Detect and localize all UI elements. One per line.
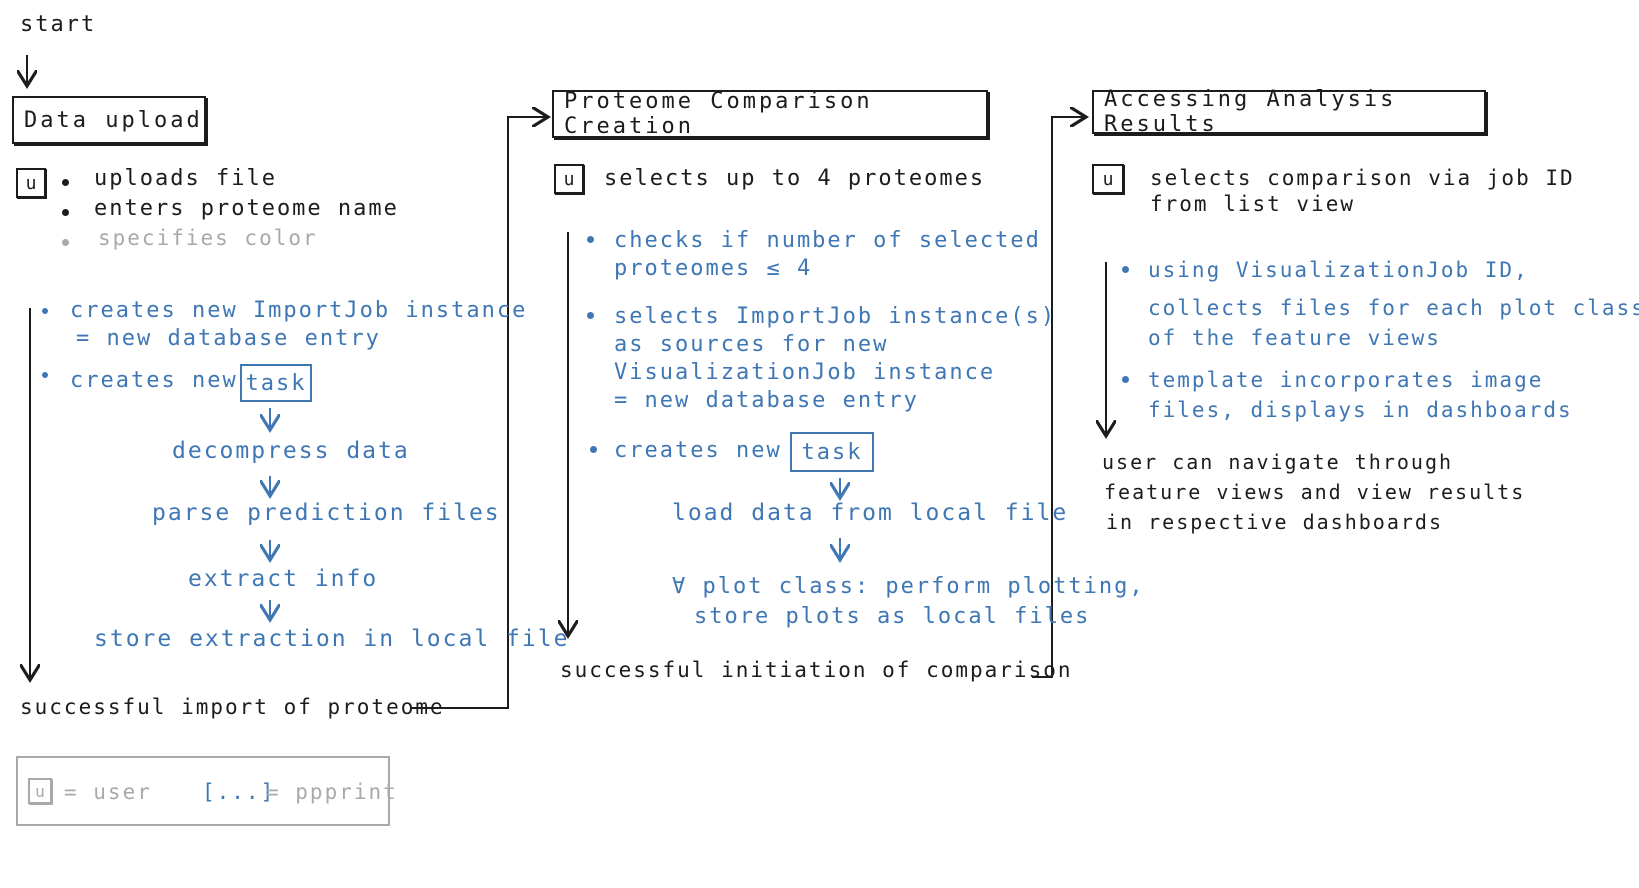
comparison-user-step: selects up to 4 proteomes: [604, 166, 986, 191]
comparison-flow-step-1: load data from local file: [672, 500, 1069, 526]
results-user-step-a: selects comparison via job ID: [1150, 166, 1575, 190]
legend-user-text: = user: [64, 780, 152, 804]
upload-flow-step-3: extract info: [188, 566, 379, 592]
bullet: [587, 312, 594, 319]
upload-system-step-2: creates new: [70, 368, 238, 393]
comparison-system-step-2b: as sources for new: [614, 332, 889, 357]
comparison-flow-step-2b: store plots as local files: [694, 604, 1091, 629]
results-system-step-1a: using VisualizationJob ID,: [1148, 258, 1529, 282]
upload-system-step-1b: = new database entry: [76, 326, 381, 351]
bullet: [42, 308, 48, 314]
user-marker-comparison: u: [554, 164, 584, 194]
upload-system-step-1a: creates new ImportJob instance: [70, 298, 528, 323]
results-outcome-c: in respective dashboards: [1106, 510, 1443, 534]
bullet: [42, 372, 48, 378]
bullet: [587, 236, 594, 243]
results-user-step-b: from list view: [1150, 192, 1356, 216]
results-system-step-2b: files, displays in dashboards: [1148, 398, 1573, 422]
upload-to-comparison-connector: [412, 117, 548, 709]
bullet: [62, 239, 69, 246]
legend-user-symbol: u: [28, 778, 52, 804]
comparison-header: Proteome Comparison Creation: [552, 89, 988, 139]
comparison-system-step-1a: checks if number of selected: [614, 228, 1041, 253]
legend: u = user [...] = ppprint: [16, 756, 396, 826]
upload-flow-step-4: store extraction in local file: [94, 626, 570, 652]
user-marker-upload: u: [16, 168, 46, 198]
upload-outcome: successful import of proteome: [20, 695, 445, 719]
bullet: [62, 179, 69, 186]
comparison-system-step-2d: = new database entry: [614, 388, 919, 413]
results-system-step-1b: collects files for each plot class: [1148, 296, 1639, 320]
upload-flow-step-1: decompress data: [172, 438, 410, 464]
results-outcome-a: user can navigate through: [1102, 450, 1454, 474]
comparison-flow-step-2a: ∀ plot class: perform plotting,: [672, 574, 1145, 599]
upload-user-step-1: uploads file: [94, 166, 277, 191]
legend-system-text: = ppprint: [266, 780, 398, 804]
comparison-header-label: Proteome Comparison Creation: [564, 89, 873, 139]
comparison-task-box: task: [790, 432, 874, 472]
bullet: [590, 446, 597, 453]
upload-user-step-2: enters proteome name: [94, 196, 399, 221]
comparison-outcome: successful initiation of comparison: [560, 658, 1073, 682]
upload-task-box: task: [240, 364, 312, 402]
results-outcome-b: feature views and view results: [1104, 480, 1526, 504]
comparison-system-step-3: creates new: [614, 438, 782, 463]
legend-system-symbol: [...]: [202, 780, 276, 804]
upload-flow-step-2: parse prediction files: [152, 500, 501, 526]
comparison-system-step-1b: proteomes ≤ 4: [614, 256, 813, 281]
upload-header: Data upload: [12, 96, 206, 144]
bullet: [1122, 376, 1129, 383]
upload-header-label: Data upload: [24, 107, 203, 133]
comparison-system-step-2c: VisualizationJob instance: [614, 360, 996, 385]
comparison-system-step-2a: selects ImportJob instance(s): [614, 304, 1057, 329]
start-label: start: [20, 12, 97, 37]
upload-optional-step: specifies color: [98, 226, 318, 250]
results-system-step-2a: template incorporates image: [1148, 368, 1544, 392]
user-marker-results: u: [1092, 164, 1124, 194]
results-header: Accessing Analysis Results: [1092, 87, 1486, 137]
results-system-step-1c: of the feature views: [1148, 326, 1441, 350]
results-header-label: Accessing Analysis Results: [1104, 87, 1397, 137]
bullet: [1122, 266, 1129, 273]
bullet: [62, 209, 69, 216]
